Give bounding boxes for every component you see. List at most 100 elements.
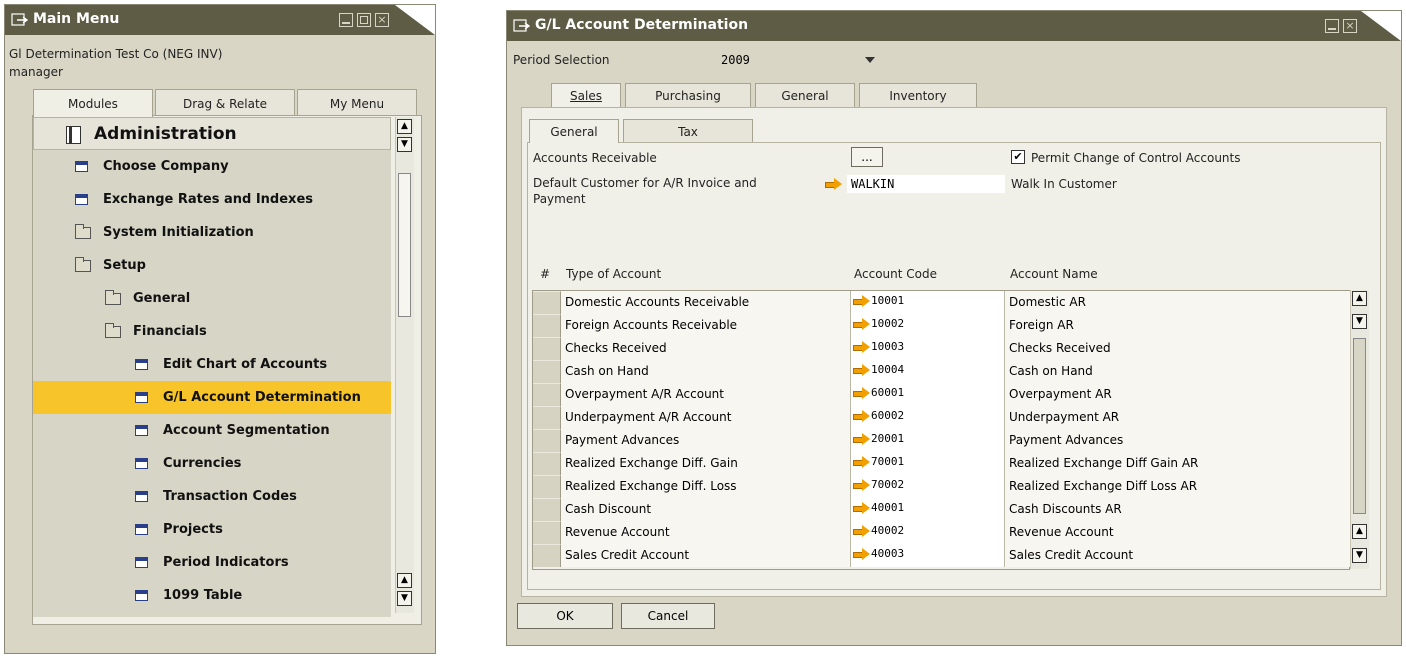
- period-selection-combo[interactable]: 2009: [711, 51, 879, 69]
- menu-item[interactable]: System Initialization: [33, 216, 391, 249]
- scroll-down-icon[interactable]: ▼: [397, 591, 412, 606]
- tab-drag-relate[interactable]: Drag & Relate: [155, 89, 295, 117]
- table-row[interactable]: Payment Advances 20001 Payment Advances: [533, 429, 1351, 452]
- scroll-down-icon[interactable]: ▼: [1352, 548, 1367, 563]
- table-row[interactable]: Overpayment A/R Account 60001 Overpayment …: [533, 383, 1351, 406]
- menu-item[interactable]: Edit Chart of Accounts: [33, 348, 391, 381]
- account-code-cell[interactable]: 60002: [851, 406, 1005, 429]
- row-selector[interactable]: [533, 498, 561, 521]
- menu-item[interactable]: Exchange Rates and Indexes: [33, 183, 391, 216]
- minimize-icon[interactable]: [1325, 19, 1339, 33]
- menu-header-administration[interactable]: Administration: [33, 117, 391, 150]
- accounts-receivable-button[interactable]: ...: [851, 147, 883, 167]
- link-arrow-icon[interactable]: [853, 318, 871, 330]
- menu-item[interactable]: Transaction Codes: [33, 480, 391, 513]
- account-code-cell[interactable]: 10001: [851, 291, 1005, 314]
- row-selector[interactable]: [533, 360, 561, 383]
- menu-item[interactable]: Financials: [33, 315, 391, 348]
- account-code-cell[interactable]: 40001: [851, 498, 1005, 521]
- scroll-thumb[interactable]: [1353, 338, 1366, 514]
- window-menu-icon[interactable]: [11, 13, 28, 27]
- account-code-cell[interactable]: 60001: [851, 383, 1005, 406]
- tab-my-menu[interactable]: My Menu: [297, 89, 417, 117]
- account-code-cell[interactable]: 70002: [851, 475, 1005, 498]
- menu-scrollbar[interactable]: ▲ ▼ ▲ ▼: [395, 117, 414, 613]
- row-selector[interactable]: [533, 406, 561, 429]
- table-row[interactable]: Cash Discount 40001 Cash Discounts AR: [533, 498, 1351, 521]
- menu-item[interactable]: Period Indicators: [33, 546, 391, 579]
- row-selector[interactable]: [533, 314, 561, 337]
- link-arrow-icon[interactable]: [853, 364, 871, 376]
- menu-item[interactable]: Account Segmentation: [33, 414, 391, 447]
- table-row[interactable]: Foreign Accounts Receivable 10002 Foreign …: [533, 314, 1351, 337]
- menu-item[interactable]: Setup: [33, 249, 391, 282]
- scroll-up-icon[interactable]: ▲: [397, 119, 412, 134]
- main-menu-titlebar[interactable]: Main Menu ×: [5, 5, 435, 35]
- account-code-cell[interactable]: 10003: [851, 337, 1005, 360]
- menu-item[interactable]: General: [33, 282, 391, 315]
- tab-sales[interactable]: Sales: [551, 83, 621, 107]
- account-code-cell[interactable]: 20001: [851, 429, 1005, 452]
- scroll-down-icon[interactable]: ▼: [397, 137, 412, 152]
- menu-item[interactable]: 1099 Table: [33, 579, 391, 612]
- table-row[interactable]: Cash on Hand 10004 Cash on Hand: [533, 360, 1351, 383]
- col-header-code[interactable]: Account Code: [854, 267, 937, 281]
- table-row[interactable]: Domestic Accounts Receivable 10001 Domesti…: [533, 291, 1351, 314]
- menu-item[interactable]: Choose Company: [33, 150, 391, 183]
- link-arrow-icon[interactable]: [853, 548, 871, 560]
- table-row[interactable]: Checks Received 10003 Checks Received: [533, 337, 1351, 360]
- maximize-icon[interactable]: [357, 13, 371, 27]
- account-code-cell[interactable]: 40002: [851, 521, 1005, 544]
- row-selector[interactable]: [533, 452, 561, 475]
- scroll-up-icon[interactable]: ▲: [397, 573, 412, 588]
- close-icon[interactable]: ×: [375, 13, 389, 27]
- grid-scrollbar[interactable]: ▲ ▼ ▲ ▼: [1350, 290, 1369, 569]
- account-code-cell[interactable]: 10002: [851, 314, 1005, 337]
- table-row[interactable]: Revenue Account 40002 Revenue Account: [533, 521, 1351, 544]
- link-arrow-icon[interactable]: [825, 178, 843, 190]
- scroll-down-icon[interactable]: ▼: [1352, 314, 1367, 329]
- row-selector[interactable]: [533, 475, 561, 498]
- table-row[interactable]: Realized Exchange Diff. Loss 70002 Realize…: [533, 475, 1351, 498]
- row-selector[interactable]: [533, 291, 561, 314]
- tab-general[interactable]: General: [755, 83, 855, 107]
- table-row[interactable]: Sales Credit Account 40003 Sales Credit Ac…: [533, 544, 1351, 567]
- cancel-button[interactable]: Cancel: [621, 603, 715, 629]
- col-header-name[interactable]: Account Name: [1010, 267, 1098, 281]
- menu-item[interactable]: G/L Account Determination: [33, 381, 391, 414]
- link-arrow-icon[interactable]: [853, 456, 871, 468]
- col-header-number[interactable]: #: [540, 267, 550, 281]
- row-selector[interactable]: [533, 521, 561, 544]
- link-arrow-icon[interactable]: [853, 387, 871, 399]
- window-menu-icon[interactable]: [513, 19, 530, 33]
- gl-titlebar[interactable]: G/L Account Determination ×: [507, 11, 1401, 41]
- link-arrow-icon[interactable]: [853, 479, 871, 491]
- scroll-up-icon[interactable]: ▲: [1352, 291, 1367, 306]
- account-code-cell[interactable]: 40003: [851, 544, 1005, 567]
- link-arrow-icon[interactable]: [853, 433, 871, 445]
- row-selector[interactable]: [533, 429, 561, 452]
- link-arrow-icon[interactable]: [853, 525, 871, 537]
- menu-item[interactable]: Currencies: [33, 447, 391, 480]
- account-code-cell[interactable]: 10004: [851, 360, 1005, 383]
- row-selector[interactable]: [533, 544, 561, 567]
- tab-modules[interactable]: Modules: [33, 89, 153, 117]
- default-customer-field[interactable]: WALKIN: [847, 175, 1005, 193]
- subtab-tax[interactable]: Tax: [623, 119, 753, 143]
- link-arrow-icon[interactable]: [853, 410, 871, 422]
- link-arrow-icon[interactable]: [853, 341, 871, 353]
- subtab-general[interactable]: General: [529, 119, 619, 143]
- permit-change-checkbox[interactable]: ✔: [1011, 150, 1025, 164]
- dropdown-arrow-icon[interactable]: [865, 57, 875, 63]
- ok-button[interactable]: OK: [517, 603, 613, 629]
- link-arrow-icon[interactable]: [853, 502, 871, 514]
- scroll-thumb[interactable]: [398, 173, 411, 317]
- menu-item[interactable]: Projects: [33, 513, 391, 546]
- account-code-cell[interactable]: 70001: [851, 452, 1005, 475]
- table-row[interactable]: Underpayment A/R Account 60002 Underpaymen…: [533, 406, 1351, 429]
- row-selector[interactable]: [533, 383, 561, 406]
- link-arrow-icon[interactable]: [853, 295, 871, 307]
- minimize-icon[interactable]: [339, 13, 353, 27]
- scroll-up-icon[interactable]: ▲: [1352, 524, 1367, 539]
- row-selector[interactable]: [533, 337, 561, 360]
